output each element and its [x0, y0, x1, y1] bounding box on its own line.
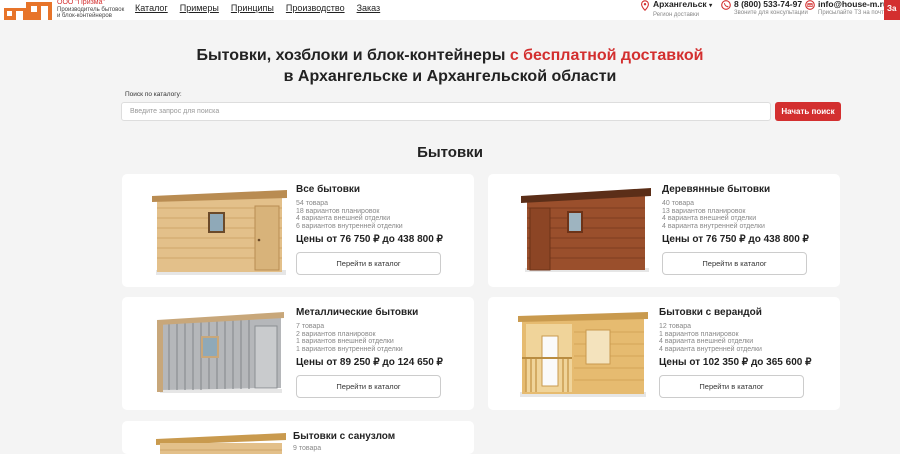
card-title: Бытовки с верандой [659, 307, 762, 318]
card-price: Цены от 76 750 ₽ до 438 800 ₽ [296, 234, 443, 245]
region-selector[interactable]: Архангельск ▾ Регион доставки [640, 0, 712, 19]
cabin-veranda-image [518, 312, 648, 397]
page-title: Бытовки, хозблоки и блок-контейнеры с бе… [0, 45, 900, 87]
go-to-catalog-button[interactable]: Перейти в каталог [659, 375, 804, 398]
category-card-all[interactable]: Все бытовки 54 товара 18 вариантов планир… [122, 174, 474, 287]
email-address: info@house-m.ru [818, 0, 889, 9]
card-price: Цены от 89 250 ₽ до 124 650 ₽ [296, 357, 443, 368]
category-card-veranda[interactable]: Бытовки с верандой 12 товара 1 вариантов … [488, 297, 840, 410]
email-contact[interactable]: info@house-m.ru Присылайте ТЗ на почту [805, 0, 888, 17]
main-nav: Каталог Примеры Принципы Производство За… [135, 3, 380, 13]
card-price: Цены от 76 750 ₽ до 438 800 ₽ [662, 234, 809, 245]
card-stats: 40 товара 13 вариантов планировок 4 вариа… [662, 200, 765, 230]
search-input[interactable] [121, 102, 771, 121]
phone-icon [721, 0, 731, 10]
category-card-sanitary[interactable]: Бытовки с санузлом 9 товара [122, 421, 474, 454]
card-stats: 54 товара 18 вариантов планировок 4 вариа… [296, 200, 403, 230]
search-label: Поиск по каталогу: [125, 91, 182, 98]
nav-principles[interactable]: Принципы [231, 3, 274, 13]
card-stats: 12 товара 1 вариантов планировок 4 вариан… [659, 323, 762, 353]
card-title: Металлические бытовки [296, 307, 419, 318]
hero-subtitle: в Архангельске и Архангельской области [283, 68, 617, 85]
hero-title-accent: с бесплатной доставкой [509, 47, 704, 64]
region-label: Регион доставки [653, 12, 699, 18]
section-title: Бытовки [417, 144, 483, 161]
company-logo[interactable] [4, 0, 54, 20]
nav-examples[interactable]: Примеры [180, 3, 219, 13]
go-to-catalog-button[interactable]: Перейти в каталог [662, 252, 807, 275]
phone-contact[interactable]: 8 (800) 533-74-97 Звоните для консультац… [721, 0, 808, 17]
go-to-catalog-button[interactable]: Перейти в каталог [296, 252, 441, 275]
map-pin-icon [641, 0, 649, 11]
category-card-metal[interactable]: Металлические бытовки 7 товара 2 варианто… [122, 297, 474, 410]
card-stats: 9 товара [293, 445, 322, 452]
go-to-catalog-button[interactable]: Перейти в каталог [296, 375, 441, 398]
company-tagline-2: и блок-контейнеров [57, 13, 112, 19]
cabin-brown-image [521, 188, 651, 272]
cabin-wood-image [152, 190, 287, 275]
chevron-down-icon: ▾ [709, 3, 713, 9]
search-button[interactable]: Начать поиск [775, 102, 841, 121]
region-value: Архангельск [653, 0, 707, 9]
card-title: Деревянные бытовки [662, 184, 771, 195]
cabin-sanitary-image [156, 433, 286, 454]
card-stats: 7 товара 2 вариантов планировок 1 вариант… [296, 323, 403, 353]
nav-order[interactable]: Заказ [357, 3, 381, 13]
nav-catalog[interactable]: Каталог [135, 3, 168, 13]
phone-label: Звоните для консультации [734, 10, 808, 16]
mail-icon [805, 0, 815, 10]
email-label: Присылайте ТЗ на почту [818, 10, 887, 16]
card-title: Все бытовки [296, 184, 361, 195]
site-header: ООО "Призма" Производитель бытовок и бло… [0, 0, 900, 20]
category-card-wooden[interactable]: Деревянные бытовки 40 товара 13 вариантов… [488, 174, 840, 287]
card-title: Бытовки с санузлом [293, 431, 396, 442]
company-info: ООО "Призма" Производитель бытовок и бло… [57, 0, 124, 20]
header-cta-button[interactable]: За [884, 0, 900, 20]
card-price: Цены от 102 350 ₽ до 365 600 ₽ [659, 357, 812, 368]
nav-production[interactable]: Производство [286, 3, 345, 13]
phone-number: 8 (800) 533-74-97 [734, 0, 803, 9]
cabin-metal-image [157, 312, 284, 393]
hero-title-plain: Бытовки, хозблоки и блок-контейнеры [196, 47, 510, 64]
